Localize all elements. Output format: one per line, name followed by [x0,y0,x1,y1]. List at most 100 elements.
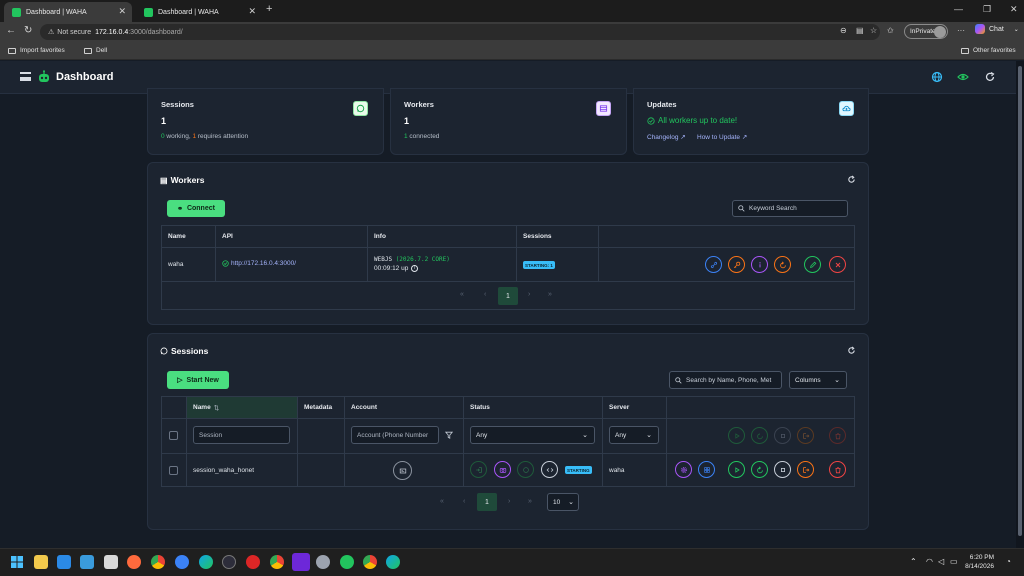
edge-icon[interactable] [199,555,213,569]
session-name[interactable]: session_waha_honet [193,467,254,474]
inprivate-button[interactable]: InPrivate [904,24,948,39]
worker-restart-button[interactable] [774,256,791,273]
row-checkbox[interactable] [169,466,178,475]
worker-info-button[interactable] [751,256,768,273]
column-header-name[interactable]: Name ⇅ [193,404,219,412]
chrome-icon[interactable] [270,555,284,569]
first-page-button[interactable]: « [440,498,444,505]
edge-icon[interactable] [386,555,400,569]
last-page-button[interactable]: » [548,291,552,298]
close-window-icon[interactable]: ✕ [1010,4,1018,15]
column-header-info[interactable]: Info [374,233,386,240]
notepad-icon[interactable] [80,555,94,569]
worker-api-link[interactable]: http://172.16.0.4:3000/ [222,260,296,267]
eye-icon[interactable] [957,71,969,83]
import-favorites-link[interactable]: Import favorites [8,47,65,54]
zoom-icon[interactable]: ⊖ [840,26,847,35]
workers-search-input[interactable]: Keyword Search [732,200,848,217]
column-header-status[interactable]: Status [470,404,490,411]
globe-icon[interactable] [931,71,943,83]
session-delete-button[interactable] [829,461,846,478]
start-new-session-button[interactable]: ▷ Start New [167,371,229,389]
windows-start-icon[interactable] [11,556,23,568]
last-page-button[interactable]: » [528,498,532,505]
refresh-icon[interactable] [984,71,996,83]
current-page-button[interactable]: 1 [477,493,497,511]
select-all-checkbox[interactable] [169,431,178,440]
session-settings-button[interactable] [675,461,692,478]
session-restart-button[interactable] [751,461,768,478]
browser-tab-active[interactable]: Dashboard | WAHA ✕ [4,2,132,22]
session-apps-button[interactable] [698,461,715,478]
chevron-up-icon[interactable]: ⌃ [910,557,917,566]
favorites-icon[interactable]: ✩ [887,26,894,35]
snipping-tool-icon[interactable] [104,555,118,569]
bulk-start-button[interactable] [728,427,745,444]
discord-icon[interactable] [292,553,310,571]
wifi-icon[interactable]: ◠ [926,557,933,566]
new-tab-icon[interactable]: + [266,3,272,15]
current-page-button[interactable]: 1 [498,287,518,305]
volume-icon[interactable]: ◁ [938,557,944,566]
columns-select[interactable]: Columns ⌄ [789,371,847,389]
app-icon[interactable] [340,555,354,569]
vscode-icon[interactable] [57,555,71,569]
app-icon[interactable] [246,555,260,569]
other-favorites-folder[interactable]: Other favorites [961,47,1016,54]
session-start-button[interactable] [728,461,745,478]
refresh-sessions-icon[interactable] [847,346,856,355]
worker-edit-button[interactable] [804,256,821,273]
column-header-account[interactable]: Account [351,404,377,411]
connect-button[interactable]: ⚭ Connect [167,200,225,217]
bulk-stop-button[interactable] [774,427,791,444]
column-header-sessions[interactable]: Sessions [523,233,552,240]
close-tab-icon[interactable]: ✕ [118,6,126,17]
file-explorer-icon[interactable] [34,555,48,569]
name-filter-input[interactable]: Session [193,426,290,444]
reading-view-icon[interactable]: ▤ [856,26,864,35]
info-icon[interactable]: i [411,265,419,272]
worker-link-button[interactable] [705,256,722,273]
battery-icon[interactable]: ▭ [950,557,958,566]
taskbar-clock[interactable]: 6:20 PM 8/14/2026 [962,553,994,571]
next-page-button[interactable]: › [508,498,510,505]
status-filter-select[interactable]: Any ⌄ [470,426,595,444]
bulk-restart-button[interactable] [751,427,768,444]
bulk-delete-button[interactable] [829,427,846,444]
app-icon[interactable] [175,555,189,569]
server-filter-select[interactable]: Any ⌄ [609,426,659,444]
menu-hamburger-icon[interactable] [20,72,31,81]
page-size-select[interactable]: 10 ⌄ [547,493,579,511]
refresh-workers-icon[interactable] [847,175,856,184]
chrome-icon[interactable] [363,555,377,569]
session-code-button[interactable] [541,461,558,478]
account-filter-input[interactable]: Account (Phone Number [351,426,439,444]
chrome-icon[interactable] [151,555,165,569]
column-header-metadata[interactable]: Metadata [304,404,332,411]
session-login-button[interactable] [470,461,487,478]
next-page-button[interactable]: › [528,291,530,298]
column-header-server[interactable]: Server [609,404,629,411]
close-tab-icon[interactable]: ✕ [248,6,256,17]
account-details-button[interactable] [393,461,412,480]
worker-key-button[interactable] [728,256,745,273]
prev-page-button[interactable]: ‹ [463,498,465,505]
session-chat-button[interactable] [517,461,534,478]
copilot-chat-button[interactable]: Chat ⌄ [975,24,1019,34]
changelog-link[interactable]: Changelog ↗ [647,133,686,141]
settings-gear-icon[interactable] [316,555,330,569]
more-icon[interactable]: ··· [957,26,965,35]
column-header-name[interactable]: Name [168,233,186,240]
scrollbar-thumb[interactable] [1018,66,1022,536]
sessions-search-input[interactable]: Search by Name, Phone, Met [669,371,782,389]
worker-remove-button[interactable] [829,256,846,273]
session-logout-button[interactable] [797,461,814,478]
favorite-star-icon[interactable]: ☆ [870,26,877,35]
session-screenshot-button[interactable] [494,461,511,478]
notifications-icon[interactable]: ◔ [1006,557,1011,566]
prev-page-button[interactable]: ‹ [484,291,486,298]
session-stop-button[interactable] [774,461,791,478]
bulk-logout-button[interactable] [797,427,814,444]
url-field[interactable]: ⚠ Not secure 172.16.0.4 :3000/dashboard/ [40,24,880,40]
column-header-api[interactable]: API [222,233,233,240]
